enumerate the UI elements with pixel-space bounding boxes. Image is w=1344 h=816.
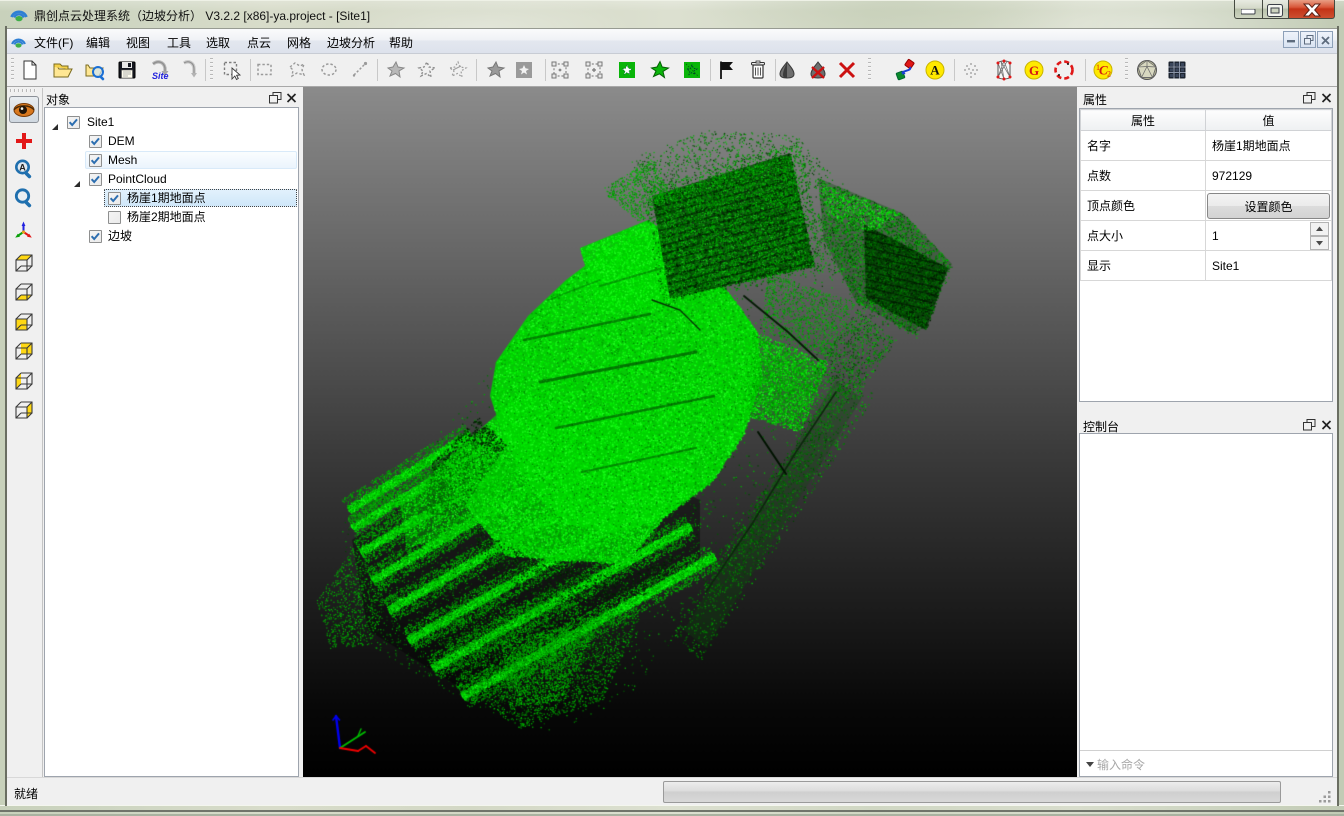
svg-text:2: 2 xyxy=(1107,70,1111,79)
svg-text:G: G xyxy=(1029,63,1039,78)
svg-text:Site: Site xyxy=(152,71,169,81)
svg-text:A: A xyxy=(19,163,26,173)
svg-text:A: A xyxy=(930,63,940,78)
